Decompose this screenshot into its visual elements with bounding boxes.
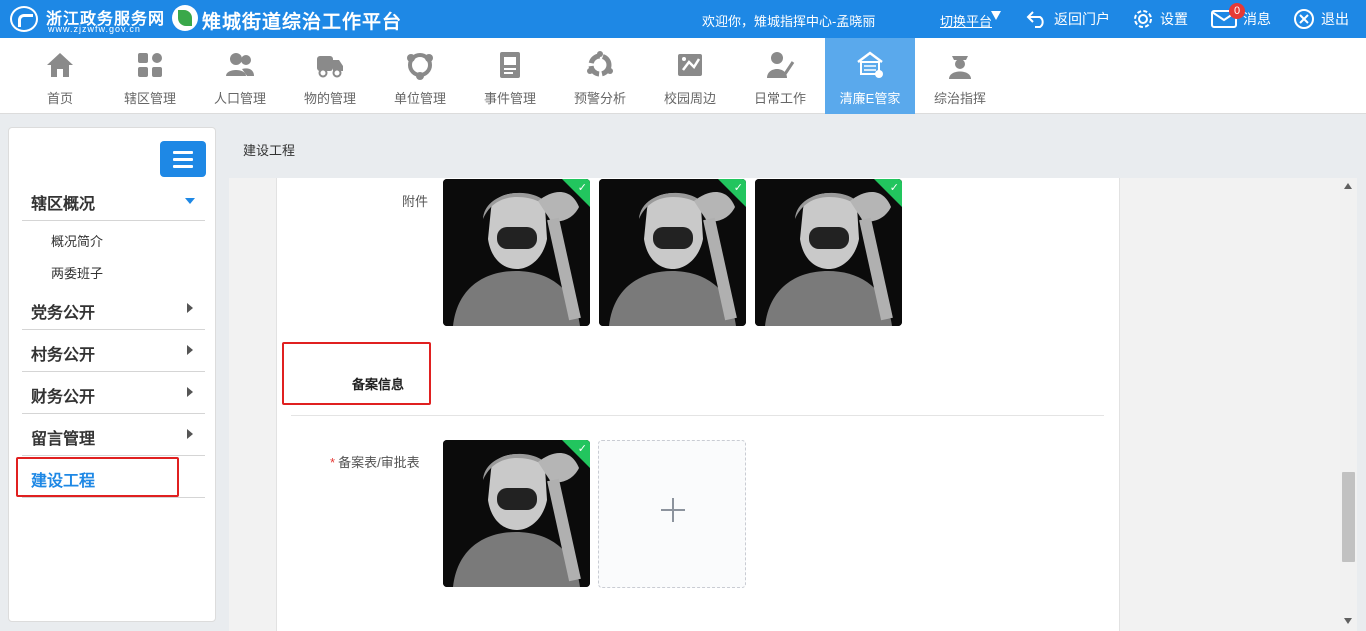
check-icon: ✓ [889, 182, 899, 194]
user-pen-icon [767, 52, 795, 78]
nav-daily[interactable]: 日常工作 [735, 38, 825, 114]
nav-district[interactable]: 辖区管理 [105, 38, 195, 114]
close-circle-icon [1294, 9, 1314, 29]
switch-platform-link[interactable]: 切换平台 [940, 11, 992, 30]
caret-right-icon [187, 387, 193, 397]
cycle-icon [587, 51, 613, 77]
home-icon [47, 53, 73, 77]
main-nav: 首页 辖区管理 人口管理 物的管理 单位管理 事件管理 预警分析 校园周边 日常… [0, 38, 1366, 114]
record-thumbnail[interactable]: ✓ [443, 440, 590, 587]
nav-events[interactable]: 事件管理 [465, 38, 555, 114]
highlight-box-sidebar [16, 457, 179, 497]
clean-house-icon [857, 51, 883, 78]
return-portal-button[interactable]: 返回门户 [1026, 0, 1110, 38]
nav-label: 首页 [46, 91, 73, 106]
caret-right-icon [187, 429, 193, 439]
scrollbar-thumb[interactable] [1342, 472, 1355, 562]
caret-down-icon[interactable] [991, 11, 1001, 20]
gear-icon [1134, 10, 1152, 28]
welcome-text: 欢迎你，雉城指挥中心-孟晓丽 [702, 14, 876, 29]
nav-label: 校园周边 [663, 91, 716, 106]
sidebar-item-committee[interactable]: 两委班子 [51, 263, 103, 282]
return-icon [1026, 11, 1044, 28]
sidebar-section-label: 辖区概况 [31, 196, 96, 213]
sidebar-section-messages[interactable]: 留言管理 [22, 414, 205, 456]
logout-button[interactable]: 退出 [1293, 0, 1349, 38]
nav-campus[interactable]: 校园周边 [645, 38, 735, 114]
attachment-thumbnail[interactable]: ✓ [599, 179, 746, 326]
platform-title: 雉城街道综治工作平台 [202, 12, 403, 33]
nav-label: 事件管理 [483, 91, 536, 106]
nav-clean-e-steward[interactable]: 清廉E管家 [825, 38, 915, 114]
sidebar-section-label: 财务公开 [31, 389, 96, 406]
caret-down-icon [185, 198, 195, 204]
return-portal-label: 返回门户 [1054, 11, 1110, 27]
nav-label: 预警分析 [573, 91, 626, 106]
grid-blocks-icon [138, 53, 162, 77]
portal-url: www.zjzwfw.gov.cn [48, 24, 141, 34]
people-icon [226, 53, 254, 76]
sidebar-section-village-affairs[interactable]: 村务公开 [22, 330, 205, 372]
attachment-thumbnail[interactable]: ✓ [443, 179, 590, 326]
network-icon [407, 53, 433, 80]
nav-population[interactable]: 人口管理 [195, 38, 285, 114]
nav-label: 辖区管理 [123, 91, 176, 106]
nav-label: 日常工作 [753, 91, 806, 106]
check-icon: ✓ [577, 443, 587, 455]
sidebar-section-finance[interactable]: 财务公开 [22, 372, 205, 414]
portal-logo[interactable]: 浙江政务服务网 www.zjzwfw.gov.cn [10, 4, 166, 34]
nav-label: 人口管理 [213, 91, 266, 106]
sidebar-section-party-affairs[interactable]: 党务公开 [22, 288, 205, 330]
settings-label: 设置 [1160, 11, 1188, 27]
section-divider [291, 415, 1104, 416]
scroll-down-arrow-icon[interactable] [1344, 618, 1352, 624]
check-icon: ✓ [577, 182, 587, 194]
platform-logo-icon [172, 5, 198, 31]
record-form-label: * 备案表/审批表 [330, 452, 420, 471]
record-form-label-text: 备案表/审批表 [338, 455, 420, 470]
nav-command[interactable]: 综治指挥 [915, 38, 1005, 114]
section-title: 备案信息 [352, 377, 405, 392]
messages-label: 消息 [1243, 11, 1271, 27]
nav-things[interactable]: 物的管理 [285, 38, 375, 114]
nav-label: 综治指挥 [933, 91, 986, 106]
settings-button[interactable]: 设置 [1132, 0, 1188, 38]
school-icon [678, 54, 702, 76]
portal-logo-icon [10, 6, 38, 32]
sidebar-section-district-overview[interactable]: 辖区概况 [22, 179, 205, 221]
nav-warning[interactable]: 预警分析 [555, 38, 645, 114]
sidebar-section-label: 村务公开 [31, 347, 96, 364]
top-bar: 浙江政务服务网 www.zjzwfw.gov.cn 雉城街道综治工作平台 欢迎你… [0, 0, 1366, 38]
scrollbar[interactable] [1340, 178, 1357, 631]
nav-label: 清廉E管家 [839, 91, 901, 106]
caret-right-icon [187, 303, 193, 313]
attachment-thumbnail[interactable]: ✓ [755, 179, 902, 326]
message-count-badge: 0 [1229, 3, 1245, 19]
required-mark: * [330, 455, 336, 470]
scroll-up-arrow-icon[interactable] [1344, 183, 1352, 189]
caret-right-icon [187, 345, 193, 355]
nav-home[interactable]: 首页 [15, 38, 105, 114]
sidebar-section-label: 留言管理 [31, 431, 96, 448]
sidebar-section-label: 党务公开 [31, 305, 96, 322]
sidebar-item-overview-intro[interactable]: 概况简介 [51, 231, 103, 250]
hamburger-icon [173, 151, 193, 154]
upload-button[interactable] [598, 440, 746, 588]
notebook-icon [500, 52, 520, 78]
menu-toggle-button[interactable] [160, 141, 206, 177]
logout-label: 退出 [1321, 11, 1349, 27]
breadcrumb: 建设工程 [243, 143, 296, 158]
nav-units[interactable]: 单位管理 [375, 38, 465, 114]
check-icon: ✓ [733, 182, 743, 194]
truck-icon [317, 56, 343, 78]
nav-label: 物的管理 [303, 91, 356, 106]
nav-label: 单位管理 [393, 91, 446, 106]
officer-icon [949, 56, 971, 79]
attachments-label: 附件 [402, 194, 429, 209]
